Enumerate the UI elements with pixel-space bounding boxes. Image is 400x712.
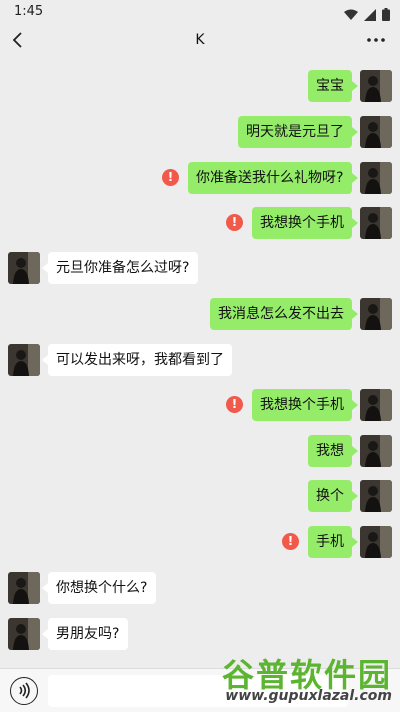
message-row: 手机! [0, 526, 400, 558]
message-row: 换个 [0, 480, 400, 512]
message-bubble[interactable]: 你想换个什么? [48, 572, 156, 604]
message-row: 我消息怎么发不出去 [0, 298, 400, 330]
signal-icon [364, 6, 376, 25]
avatar[interactable] [360, 480, 392, 512]
send-failed-icon[interactable]: ! [226, 396, 243, 413]
bubble-tail [352, 309, 358, 319]
message-bubble[interactable]: 元旦你准备怎么过呀? [48, 252, 198, 284]
message-row: 我想换个手机! [0, 207, 400, 239]
avatar[interactable] [360, 435, 392, 467]
avatar[interactable] [360, 70, 392, 102]
avatar[interactable] [360, 298, 392, 330]
message-row: 你想换个什么? [0, 572, 400, 604]
message-bubble[interactable]: 换个 [308, 480, 352, 512]
status-icons [344, 6, 390, 25]
avatar[interactable] [360, 526, 392, 558]
chat-header: K [0, 24, 400, 60]
message-row: 可以发出来呀，我都看到了 [0, 344, 400, 376]
message-bubble[interactable]: 宝宝 [308, 70, 352, 102]
message-row: 你准备送我什么礼物呀?! [0, 162, 400, 194]
avatar[interactable] [8, 618, 40, 650]
more-dots-icon [367, 38, 385, 42]
bubble-tail [352, 173, 358, 183]
message-row: 宝宝 [0, 70, 400, 102]
voice-button[interactable] [10, 677, 38, 705]
avatar[interactable] [8, 344, 40, 376]
bubble-tail [352, 537, 358, 547]
battery-icon [382, 6, 390, 25]
wifi-icon [344, 6, 358, 25]
message-row: 明天就是元旦了 [0, 116, 400, 148]
bubble-tail [352, 491, 358, 501]
message-bubble[interactable]: 我消息怎么发不出去 [210, 298, 352, 330]
avatar[interactable] [360, 116, 392, 148]
avatar[interactable] [360, 162, 392, 194]
message-row: 元旦你准备怎么过呀? [0, 252, 400, 284]
watermark-url: www.gupuxlazal.com [225, 688, 392, 704]
message-bubble[interactable]: 我想 [308, 435, 352, 467]
chat-title: K [195, 32, 205, 48]
message-bubble[interactable]: 手机 [308, 526, 352, 558]
send-failed-icon[interactable]: ! [282, 533, 299, 550]
status-bar: 1:45 [0, 0, 400, 24]
message-row: 我想换个手机! [0, 389, 400, 421]
bubble-tail [352, 446, 358, 456]
message-bubble[interactable]: 我想换个手机 [252, 207, 352, 239]
avatar[interactable] [8, 572, 40, 604]
voice-icon [19, 682, 30, 699]
bubble-tail [352, 127, 358, 137]
message-row: 我想 [0, 435, 400, 467]
bubble-tail [352, 400, 358, 410]
bubble-tail [352, 81, 358, 91]
bubble-tail [352, 218, 358, 228]
message-bubble[interactable]: 你准备送我什么礼物呀? [188, 162, 352, 194]
message-list[interactable]: 宝宝 明天就是元旦了 你准备送我什么礼物呀?! 我想换个手机! 元旦你准备怎么过呀? 我消… [0, 62, 400, 668]
message-row: 男朋友吗? [0, 618, 400, 650]
more-button[interactable] [364, 28, 388, 52]
message-bubble[interactable]: 我想换个手机 [252, 389, 352, 421]
send-failed-icon[interactable]: ! [162, 169, 179, 186]
avatar[interactable] [360, 389, 392, 421]
send-failed-icon[interactable]: ! [226, 214, 243, 231]
message-bubble[interactable]: 明天就是元旦了 [238, 116, 352, 148]
avatar[interactable] [8, 252, 40, 284]
message-bubble[interactable]: 男朋友吗? [48, 618, 128, 650]
watermark: 谷普软件园 www.gupuxlazal.com [208, 650, 392, 710]
status-time: 1:45 [14, 4, 44, 19]
avatar[interactable] [360, 207, 392, 239]
message-bubble[interactable]: 可以发出来呀，我都看到了 [48, 344, 232, 376]
